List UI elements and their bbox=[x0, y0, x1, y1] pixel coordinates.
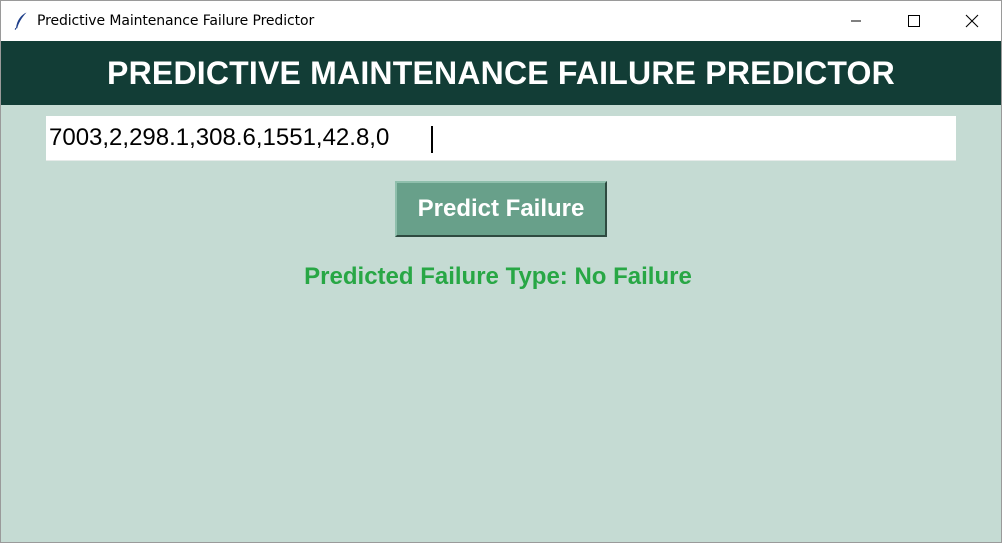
window-controls bbox=[827, 1, 1001, 41]
page-title: PREDICTIVE MAINTENANCE FAILURE PREDICTOR bbox=[107, 54, 895, 91]
app-window: Predictive Maintenance Failure Predictor bbox=[0, 0, 1002, 543]
close-icon bbox=[965, 14, 979, 28]
maximize-button[interactable] bbox=[885, 1, 943, 41]
text-cursor bbox=[431, 126, 433, 153]
maximize-icon bbox=[908, 15, 920, 27]
prediction-result: Predicted Failure Type: No Failure bbox=[304, 263, 692, 290]
minimize-icon bbox=[851, 20, 861, 22]
close-button[interactable] bbox=[943, 1, 1001, 41]
window-title: Predictive Maintenance Failure Predictor bbox=[37, 13, 315, 29]
sensor-data-input[interactable] bbox=[46, 116, 956, 161]
header-banner: PREDICTIVE MAINTENANCE FAILURE PREDICTOR bbox=[1, 41, 1001, 105]
minimize-button[interactable] bbox=[827, 1, 885, 41]
title-bar[interactable]: Predictive Maintenance Failure Predictor bbox=[1, 1, 1001, 41]
predict-failure-button[interactable]: Predict Failure bbox=[395, 181, 607, 237]
feather-icon bbox=[13, 12, 29, 30]
